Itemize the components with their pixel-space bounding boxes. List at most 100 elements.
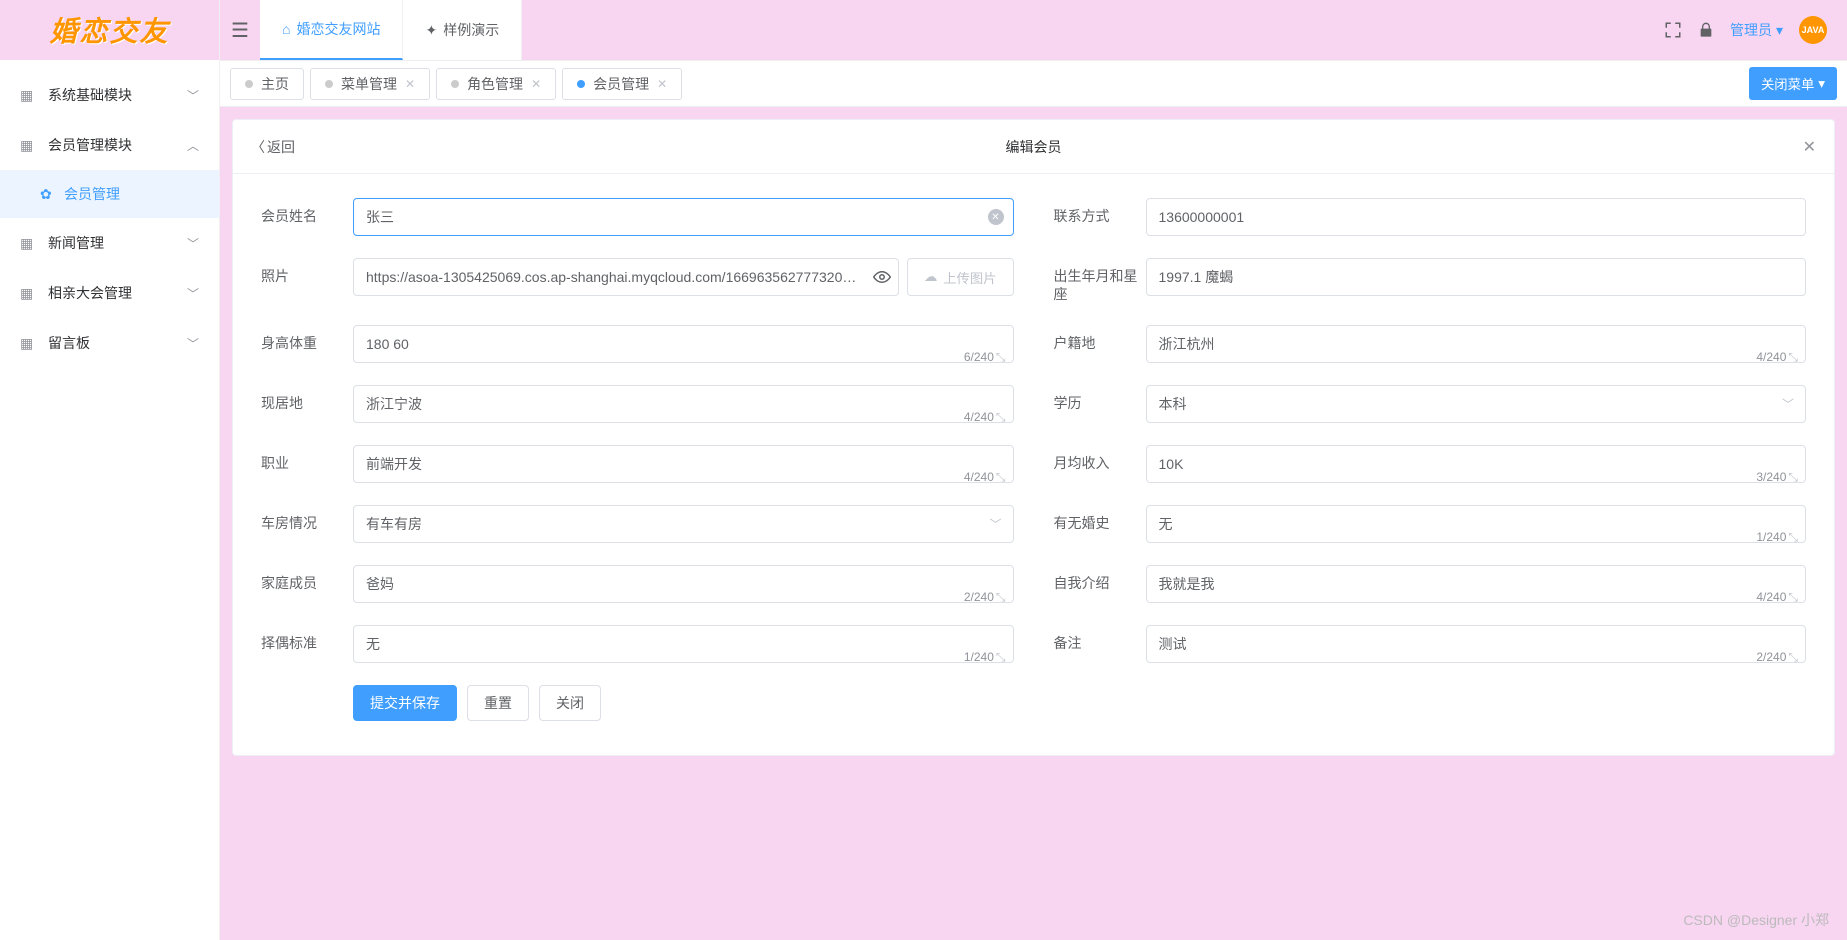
asset-label: 车房情况 <box>261 505 353 532</box>
residence-label: 现居地 <box>261 385 353 412</box>
close-button[interactable]: 关闭 <box>539 685 601 721</box>
edu-label: 学历 <box>1054 385 1146 412</box>
hukou-input[interactable] <box>1146 325 1807 363</box>
page-tab-member-manage[interactable]: 会员管理 ✕ <box>562 68 682 100</box>
sidebar-item-member-manage[interactable]: ✿ 会员管理 <box>0 170 219 218</box>
grid-icon: ▦ <box>20 285 38 302</box>
top-tab-label: 婚恋交友网站 <box>296 19 380 39</box>
resize-grip-icon[interactable]: ⤡ <box>996 590 1006 604</box>
sidebar-item-label: 系统基础模块 <box>48 85 187 105</box>
asset-select[interactable] <box>353 505 1014 543</box>
grid-icon: ▦ <box>20 235 38 252</box>
chevron-down-icon: ﹀ <box>187 335 199 352</box>
upload-button[interactable]: ☁ 上传图片 <box>907 258 1014 296</box>
sidebar-menu: ▦ 系统基础模块 ﹀ ▦ 会员管理模块 ︿ ✿ 会员管理 ▦ 新闻管理 ﹀ <box>0 60 219 940</box>
page-tab-menu-manage[interactable]: 菜单管理 ✕ <box>310 68 430 100</box>
hw-input[interactable] <box>353 325 1014 363</box>
clear-icon[interactable]: ✕ <box>988 209 1004 225</box>
chevron-down-icon: ﹀ <box>187 235 199 252</box>
photo-url-input[interactable] <box>353 258 899 296</box>
grid-icon: ▦ <box>20 137 38 154</box>
chevron-down-icon: ▾ <box>1776 22 1783 39</box>
family-label: 家庭成员 <box>261 565 353 592</box>
birth-input[interactable] <box>1146 258 1807 296</box>
page-tab-role-manage[interactable]: 角色管理 ✕ <box>436 68 556 100</box>
remark-input[interactable] <box>1146 625 1807 663</box>
resize-grip-icon[interactable]: ⤡ <box>1788 350 1798 364</box>
page-tab-home[interactable]: 主页 <box>230 68 304 100</box>
char-count: 4/240⤡ <box>964 410 1006 425</box>
resize-grip-icon[interactable]: ⤡ <box>996 410 1006 424</box>
criteria-label: 择偶标准 <box>261 625 353 652</box>
content: 〈 返回 编辑会员 ✕ 会员姓名 ✕ <box>220 107 1847 940</box>
fullscreen-icon[interactable] <box>1664 21 1682 39</box>
close-icon[interactable]: ✕ <box>657 77 667 91</box>
sidebar-item-label: 新闻管理 <box>48 233 187 253</box>
gear-icon: ✿ <box>40 186 56 203</box>
back-button[interactable]: 〈 返回 <box>251 137 295 157</box>
sidebar-item-member[interactable]: ▦ 会员管理模块 ︿ <box>0 120 219 170</box>
sidebar-item-news[interactable]: ▦ 新闻管理 ﹀ <box>0 218 219 268</box>
chevron-up-icon: ︿ <box>187 137 199 154</box>
chevron-down-icon: ▾ <box>1818 76 1825 92</box>
resize-grip-icon[interactable]: ⤡ <box>996 470 1006 484</box>
name-input[interactable] <box>353 198 1014 236</box>
top-tab-demo[interactable]: ✦ 样例演示 <box>403 0 522 60</box>
user-menu[interactable]: 管理员 ▾ <box>1730 20 1783 40</box>
sidebar-item-matchmaking[interactable]: ▦ 相亲大会管理 ﹀ <box>0 268 219 318</box>
char-count: 3/240⤡ <box>1756 470 1798 485</box>
upload-label: 上传图片 <box>943 268 996 287</box>
job-input[interactable] <box>353 445 1014 483</box>
eye-icon[interactable] <box>873 268 891 286</box>
resize-grip-icon[interactable]: ⤡ <box>1788 530 1798 544</box>
cloud-upload-icon: ☁ <box>924 269 937 285</box>
logo: 婚恋交友 <box>0 0 219 60</box>
resize-grip-icon[interactable]: ⤡ <box>1788 470 1798 484</box>
family-input[interactable] <box>353 565 1014 603</box>
avatar[interactable]: JAVA <box>1799 16 1827 44</box>
top-tab-site[interactable]: ⌂ 婚恋交友网站 <box>260 0 403 60</box>
hamburger-icon[interactable]: ☰ <box>220 18 260 43</box>
grid-icon: ▦ <box>20 335 38 352</box>
residence-input[interactable] <box>353 385 1014 423</box>
intro-input[interactable] <box>1146 565 1807 603</box>
page-tabs: 主页 菜单管理 ✕ 角色管理 ✕ 会员管理 ✕ <box>230 68 1749 100</box>
sidebar-item-system[interactable]: ▦ 系统基础模块 ﹀ <box>0 70 219 120</box>
sidebar-item-guestbook[interactable]: ▦ 留言板 ﹀ <box>0 318 219 368</box>
watermark: CSDN @Designer 小郑 <box>1683 910 1829 930</box>
page-tab-label: 菜单管理 <box>341 74 397 94</box>
chevron-down-icon: ﹀ <box>187 285 199 302</box>
hukou-label: 户籍地 <box>1054 325 1146 352</box>
edu-select[interactable] <box>1146 385 1807 423</box>
resize-grip-icon[interactable]: ⤡ <box>1788 650 1798 664</box>
name-label: 会员姓名 <box>261 198 353 225</box>
resize-grip-icon[interactable]: ⤡ <box>996 350 1006 364</box>
submit-button[interactable]: 提交并保存 <box>353 685 457 721</box>
chevron-down-icon: ﹀ <box>187 87 199 104</box>
lock-icon[interactable] <box>1698 22 1714 38</box>
income-input[interactable] <box>1146 445 1807 483</box>
panel-title: 编辑会员 <box>1006 137 1062 157</box>
reset-button[interactable]: 重置 <box>467 685 529 721</box>
char-count: 2/240⤡ <box>964 590 1006 605</box>
contact-label: 联系方式 <box>1054 198 1146 225</box>
resize-grip-icon[interactable]: ⤡ <box>1788 590 1798 604</box>
char-count: 2/240⤡ <box>1756 650 1798 665</box>
char-count: 1/240⤡ <box>964 650 1006 665</box>
char-count: 4/240⤡ <box>1756 590 1798 605</box>
criteria-input[interactable] <box>353 625 1014 663</box>
resize-grip-icon[interactable]: ⤡ <box>996 650 1006 664</box>
close-menu-button[interactable]: 关闭菜单 ▾ <box>1749 67 1837 100</box>
topbar-right: 管理员 ▾ JAVA <box>1664 16 1827 44</box>
close-icon[interactable]: ✕ <box>1803 137 1816 157</box>
contact-input[interactable] <box>1146 198 1807 236</box>
chevron-left-icon: 〈 <box>251 137 265 157</box>
close-icon[interactable]: ✕ <box>405 77 415 91</box>
tab-dot <box>245 80 253 88</box>
char-count: 1/240⤡ <box>1756 530 1798 545</box>
close-icon[interactable]: ✕ <box>531 77 541 91</box>
remark-label: 备注 <box>1054 625 1146 652</box>
marriage-input[interactable] <box>1146 505 1807 543</box>
char-count: 4/240⤡ <box>1756 350 1798 365</box>
member-form: 会员姓名 ✕ 联系方式 <box>233 174 1834 755</box>
